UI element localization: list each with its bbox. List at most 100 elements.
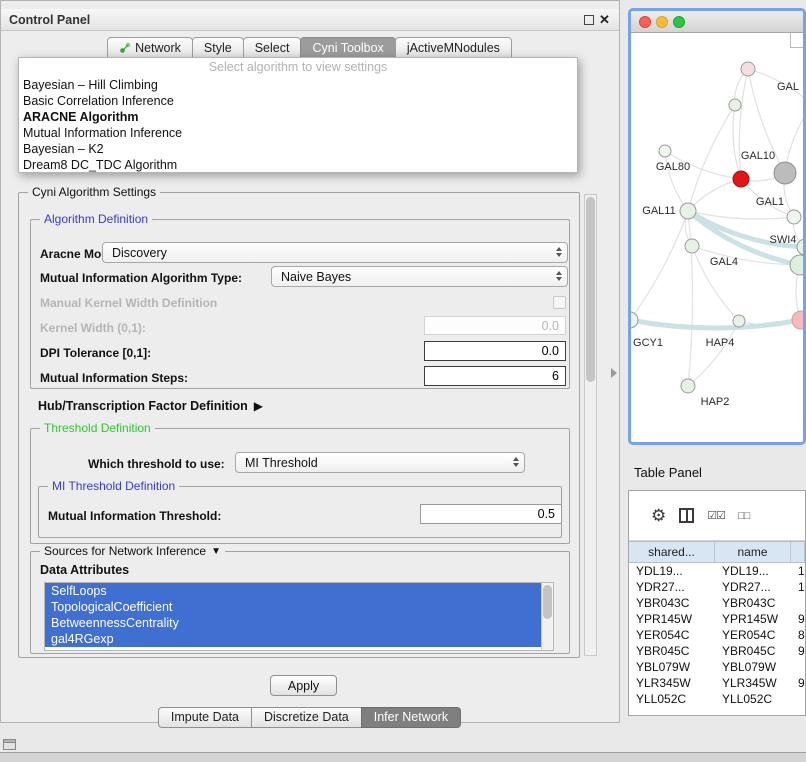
- algorithm-option-bayesian-k2[interactable]: Bayesian – K2: [19, 141, 577, 157]
- mi-type-select[interactable]: Naive Bayes: [271, 266, 568, 287]
- table-row[interactable]: YPR145WYPR145W9.: [629, 611, 805, 627]
- table-cell: YLL052C: [629, 692, 715, 706]
- attribute-item-selfloops[interactable]: SelfLoops: [45, 583, 541, 599]
- network-node-gal1[interactable]: [787, 210, 801, 224]
- table-cell: YBR043C: [629, 596, 715, 610]
- columns-icon[interactable]: [679, 508, 694, 523]
- bottom-tab-discretize-data[interactable]: Discretize Data: [251, 707, 362, 728]
- select-all-icon[interactable]: ☑☑: [707, 509, 725, 522]
- network-node[interactable]: [790, 255, 803, 275]
- table-cell: 9.: [791, 676, 805, 690]
- bottom-tab-impute-data[interactable]: Impute Data: [158, 707, 252, 728]
- table-cell: YBR043C: [715, 596, 791, 610]
- network-node[interactable]: [729, 99, 741, 111]
- attribute-list-scrollbar[interactable]: [541, 583, 553, 650]
- table-cell: YLR345W: [629, 676, 715, 690]
- network-node-hap4[interactable]: [792, 311, 803, 329]
- table-row[interactable]: YDR27...YDR27...12: [629, 579, 805, 595]
- tab-cyni-toolbox[interactable]: Cyni Toolbox: [300, 37, 395, 58]
- kernel-width-field: [424, 316, 566, 335]
- tab-select[interactable]: Select: [243, 37, 302, 58]
- table-row[interactable]: YLR345WYLR345W9.: [629, 675, 805, 691]
- tab-style[interactable]: Style: [192, 37, 244, 58]
- table-row[interactable]: YDL19...YDL19...13: [629, 563, 805, 579]
- network-node[interactable]: [733, 315, 745, 327]
- dpi-tolerance-field[interactable]: [424, 341, 566, 361]
- close-icon[interactable]: ✕: [599, 15, 610, 25]
- which-threshold-select[interactable]: MI Threshold: [235, 452, 525, 473]
- table-row[interactable]: YBL079WYBL079W: [629, 659, 805, 675]
- network-node-gal11[interactable]: [680, 203, 696, 219]
- network-canvas[interactable]: GAL80GAL10GAL11GAL1SWI4GAL4GCY1HAP4HAP2G…: [631, 33, 803, 442]
- node-label-gal11: GAL11: [642, 205, 675, 217]
- tab-jactivemnodules[interactable]: jActiveMNodules: [395, 37, 512, 58]
- network-window-titlebar[interactable]: [631, 11, 803, 33]
- network-node[interactable]: [741, 62, 755, 76]
- zoom-traffic-light[interactable]: [673, 16, 685, 28]
- table-row[interactable]: YBR045CYBR045C9.: [629, 643, 805, 659]
- table-row[interactable]: YBR043CYBR043C: [629, 595, 805, 611]
- algorithm-option-mutual-information-inference[interactable]: Mutual Information Inference: [19, 125, 577, 141]
- algorithm-option-basic-correlation-inference[interactable]: Basic Correlation Inference: [19, 93, 577, 109]
- column-header-extra[interactable]: [791, 542, 805, 562]
- manual-kernel-checkbox[interactable]: [553, 296, 566, 309]
- combo-arrows-icon: [513, 457, 519, 467]
- column-header-name[interactable]: name: [715, 542, 791, 562]
- bottom-tab-infer-network[interactable]: Infer Network: [361, 707, 461, 728]
- attribute-item-topologicalcoefficient[interactable]: TopologicalCoefficient: [45, 599, 541, 615]
- settings-scrollbar[interactable]: [584, 194, 597, 656]
- apply-button[interactable]: Apply: [270, 675, 337, 696]
- mi-steps-field[interactable]: [424, 366, 566, 386]
- which-threshold-value: MI Threshold: [245, 456, 318, 470]
- network-node-swi4[interactable]: [797, 239, 803, 255]
- network-tab-icon: [119, 42, 131, 54]
- table-header-row: shared...name: [629, 541, 805, 563]
- table-cell: YDL19...: [715, 564, 791, 578]
- column-header-shared[interactable]: shared...: [629, 542, 715, 562]
- table-cell: YLR345W: [715, 676, 791, 690]
- minimized-panel-icon[interactable]: [3, 739, 16, 750]
- network-node-gcy1[interactable]: [631, 312, 638, 328]
- mi-threshold-field[interactable]: [420, 504, 562, 524]
- sources-title: Sources for Network Inference ▼: [40, 544, 225, 558]
- kernel-width-label: Kernel Width (0,1):: [40, 321, 146, 335]
- control-panel-titlebar[interactable]: Control Panel: [1, 9, 619, 31]
- node-label-gcy1: GCY1: [633, 337, 663, 349]
- attribute-list-scrollbar-thumb[interactable]: [543, 585, 552, 619]
- dpi-tolerance-label: DPI Tolerance [0,1]:: [40, 346, 151, 360]
- table-row[interactable]: YER054CYER054C8.: [629, 627, 805, 643]
- network-edge: [665, 151, 688, 211]
- table-cell: YLL052C: [715, 692, 791, 706]
- float-window-icon[interactable]: [584, 15, 594, 25]
- tab-network[interactable]: Network: [107, 37, 193, 58]
- gear-icon[interactable]: ⚙: [651, 507, 666, 524]
- network-node-gal80[interactable]: [659, 145, 671, 157]
- network-node-gal10[interactable]: [733, 171, 749, 187]
- attribute-item-betweennesscentrality[interactable]: BetweennessCentrality: [45, 615, 541, 631]
- algorithm-option-dream8-dc-tdc-algorithm[interactable]: Dream8 DC_TDC Algorithm: [19, 157, 577, 173]
- mi-type-label: Mutual Information Algorithm Type:: [40, 271, 242, 285]
- table-panel-title: Table Panel: [634, 465, 702, 480]
- deselect-all-icon[interactable]: □□: [738, 510, 749, 522]
- data-attributes-list[interactable]: SelfLoopsTopologicalCoefficientBetweenne…: [44, 582, 554, 651]
- network-node-hap2[interactable]: [681, 379, 695, 393]
- attribute-item-gal4rgexp[interactable]: gal4RGexp: [45, 631, 541, 647]
- table-row[interactable]: YLL052CYLL052C: [629, 691, 805, 707]
- network-node[interactable]: [774, 162, 796, 184]
- network-node-gal4[interactable]: [685, 239, 699, 253]
- collapse-arrow-icon[interactable]: ▼: [211, 546, 221, 557]
- settings-scrollbar-thumb[interactable]: [586, 197, 595, 382]
- table-cell: YDR27...: [715, 580, 791, 594]
- minimize-traffic-light[interactable]: [656, 16, 668, 28]
- hub-definition-toggle[interactable]: Hub/Transcription Factor Definition ▶: [38, 399, 263, 413]
- panel-splitter-handle[interactable]: [611, 368, 617, 378]
- algorithm-placeholder: Select algorithm to view settings: [19, 58, 577, 77]
- table-cell: YER054C: [715, 628, 791, 642]
- mi-threshold-title: MI Threshold Definition: [48, 479, 179, 493]
- algorithm-option-aracne-algorithm[interactable]: ARACNE Algorithm: [19, 109, 577, 125]
- algorithm-option-bayesian-hill-climbing[interactable]: Bayesian – Hill Climbing: [19, 77, 577, 93]
- hub-definition-label: Hub/Transcription Factor Definition: [38, 399, 248, 413]
- aracne-mode-select[interactable]: Discovery: [102, 242, 568, 263]
- close-traffic-light[interactable]: [639, 16, 651, 28]
- table-cell: YBR045C: [715, 644, 791, 658]
